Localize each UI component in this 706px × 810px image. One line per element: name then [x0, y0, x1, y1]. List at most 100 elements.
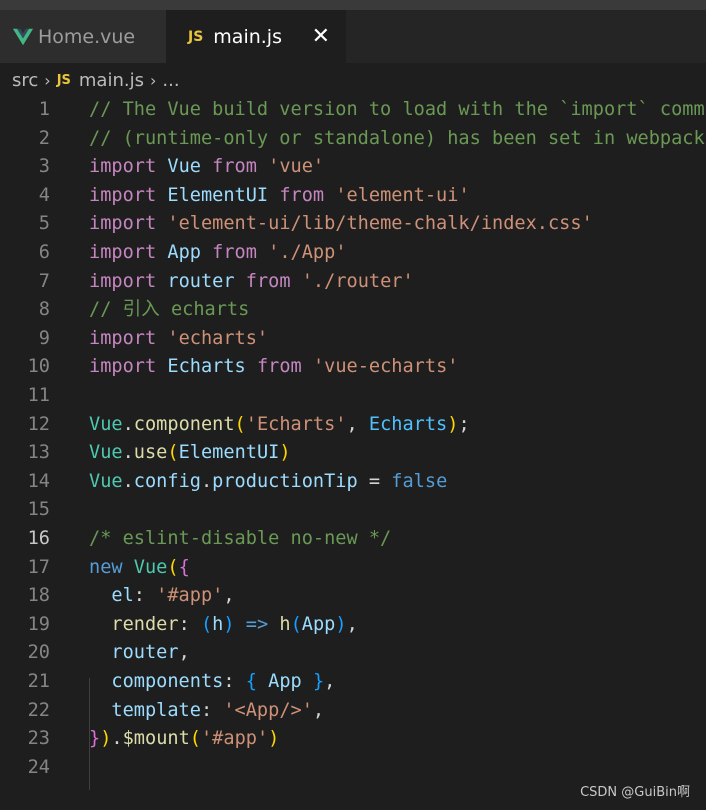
- code-text: // 引入 echarts: [89, 296, 249, 325]
- line-number: 22: [27, 699, 50, 721]
- code-token: :: [223, 671, 246, 692]
- code-line[interactable]: 3 import Vue from 'vue': [0, 153, 706, 182]
- code-line[interactable]: 17 new Vue({: [0, 554, 706, 583]
- code-token: 'vue': [268, 156, 325, 178]
- code-line[interactable]: 15: [0, 496, 706, 525]
- code-text: Vue.config.productionTip = false: [89, 468, 447, 497]
- code-token: import: [89, 242, 157, 263]
- code-token: '#app': [156, 585, 224, 607]
- breadcrumb-symbol[interactable]: ...: [162, 70, 179, 91]
- code-line[interactable]: 11: [0, 382, 706, 411]
- code-text: template: '<App/>',: [89, 697, 324, 726]
- tab-label: main.js: [213, 25, 282, 48]
- code-token: Vue: [89, 413, 123, 435]
- code-line[interactable]: 12 Vue.component('Echarts', Echarts);: [0, 411, 706, 440]
- code-token: ,: [312, 699, 325, 721]
- code-line[interactable]: 16 /* eslint-disable no-new */: [0, 525, 706, 554]
- code-line[interactable]: 8 // 引入 echarts: [0, 296, 706, 325]
- code-text: /* eslint-disable no-new */: [89, 525, 391, 554]
- code-line[interactable]: 4 import ElementUI from 'element-ui': [0, 182, 706, 211]
- code-token: from: [256, 356, 302, 378]
- code-line[interactable]: 1 // The Vue build version to load with t…: [0, 96, 706, 125]
- code-token: 'element-ui': [335, 184, 470, 206]
- code-token: import: [89, 184, 157, 206]
- code-text: }).$mount('#app'): [89, 725, 279, 754]
- code-line[interactable]: 20 router,: [0, 639, 706, 668]
- chevron-right-icon: ›: [44, 70, 51, 90]
- code-token: (: [234, 413, 246, 435]
- code-token: ,: [346, 413, 369, 435]
- line-number: 13: [27, 442, 50, 464]
- code-text: new Vue({: [89, 554, 190, 583]
- code-line[interactable]: 18 el: '#app',: [0, 582, 706, 611]
- code-line[interactable]: 2 // (runtime-only or standalone) has bee…: [0, 125, 706, 154]
- line-number: 15: [27, 499, 50, 521]
- code-token: Echarts: [167, 356, 246, 378]
- close-icon[interactable]: ✕: [312, 25, 330, 48]
- code-line[interactable]: 6 import App from './App': [0, 239, 706, 268]
- code-token: ,: [178, 642, 190, 664]
- code-token: ,: [324, 671, 336, 692]
- code-token: App: [301, 613, 336, 635]
- code-token: from: [279, 184, 325, 206]
- code-text: import ElementUI from 'element-ui': [89, 182, 470, 211]
- code-token: router: [167, 270, 235, 292]
- code-token: (: [167, 556, 179, 578]
- code-line[interactable]: 21 components: { App },: [0, 668, 706, 697]
- tab-main-js[interactable]: JS main.js ✕: [166, 10, 346, 63]
- code-editor[interactable]: 1 // The Vue build version to load with t…: [0, 96, 706, 810]
- code-token: ): [279, 442, 291, 464]
- code-token: App: [167, 242, 201, 263]
- tab-home-vue[interactable]: Home.vue: [0, 10, 166, 63]
- code-token: (: [167, 442, 179, 464]
- breadcrumb: src › JS main.js › ...: [0, 63, 706, 97]
- code-token: Vue: [133, 556, 168, 578]
- code-token: // 引入 echarts: [89, 299, 250, 321]
- code-token: 'vue-echarts': [312, 356, 459, 378]
- breadcrumb-folder[interactable]: src: [12, 70, 38, 91]
- code-token: productionTip: [212, 470, 358, 492]
- code-line[interactable]: 24: [0, 754, 706, 783]
- code-text: router,: [89, 639, 190, 668]
- line-number: 20: [27, 642, 50, 664]
- code-token: config: [133, 470, 201, 492]
- code-token: 'element-ui/lib/theme-chalk/index.css': [167, 213, 593, 235]
- code-token: (: [189, 728, 201, 750]
- code-token: from: [212, 242, 257, 263]
- code-line[interactable]: 23}).$mount('#app'): [0, 725, 706, 754]
- code-line[interactable]: 5 import 'element-ui/lib/theme-chalk/inde…: [0, 210, 706, 239]
- code-token: false: [391, 470, 448, 492]
- code-line[interactable]: 19 render: (h) => h(App),: [0, 611, 706, 640]
- line-number: 17: [27, 556, 50, 578]
- code-token: ElementUI: [178, 442, 280, 464]
- code-text: import router from './router': [89, 268, 414, 297]
- code-token: =>: [245, 613, 269, 635]
- code-text: import 'echarts': [89, 325, 268, 354]
- code-line[interactable]: 14 Vue.config.productionTip = false: [0, 468, 706, 497]
- code-token: './App': [268, 242, 347, 263]
- breadcrumb-file[interactable]: main.js: [79, 70, 144, 91]
- code-line[interactable]: 7 import router from './router': [0, 268, 706, 297]
- code-token: $mount: [122, 728, 190, 750]
- code-token: .: [122, 442, 134, 464]
- js-icon: JS: [188, 28, 204, 45]
- code-token: // The Vue build version to load with th…: [89, 99, 706, 120]
- code-line[interactable]: 13 Vue.use(ElementUI): [0, 439, 706, 468]
- code-line[interactable]: 22 template: '<App/>',: [0, 697, 706, 726]
- code-line[interactable]: 9 import 'echarts': [0, 325, 706, 354]
- code-token: ): [268, 728, 280, 750]
- code-line[interactable]: 10 import Echarts from 'vue-echarts': [0, 353, 706, 382]
- code-token: template: [111, 699, 201, 721]
